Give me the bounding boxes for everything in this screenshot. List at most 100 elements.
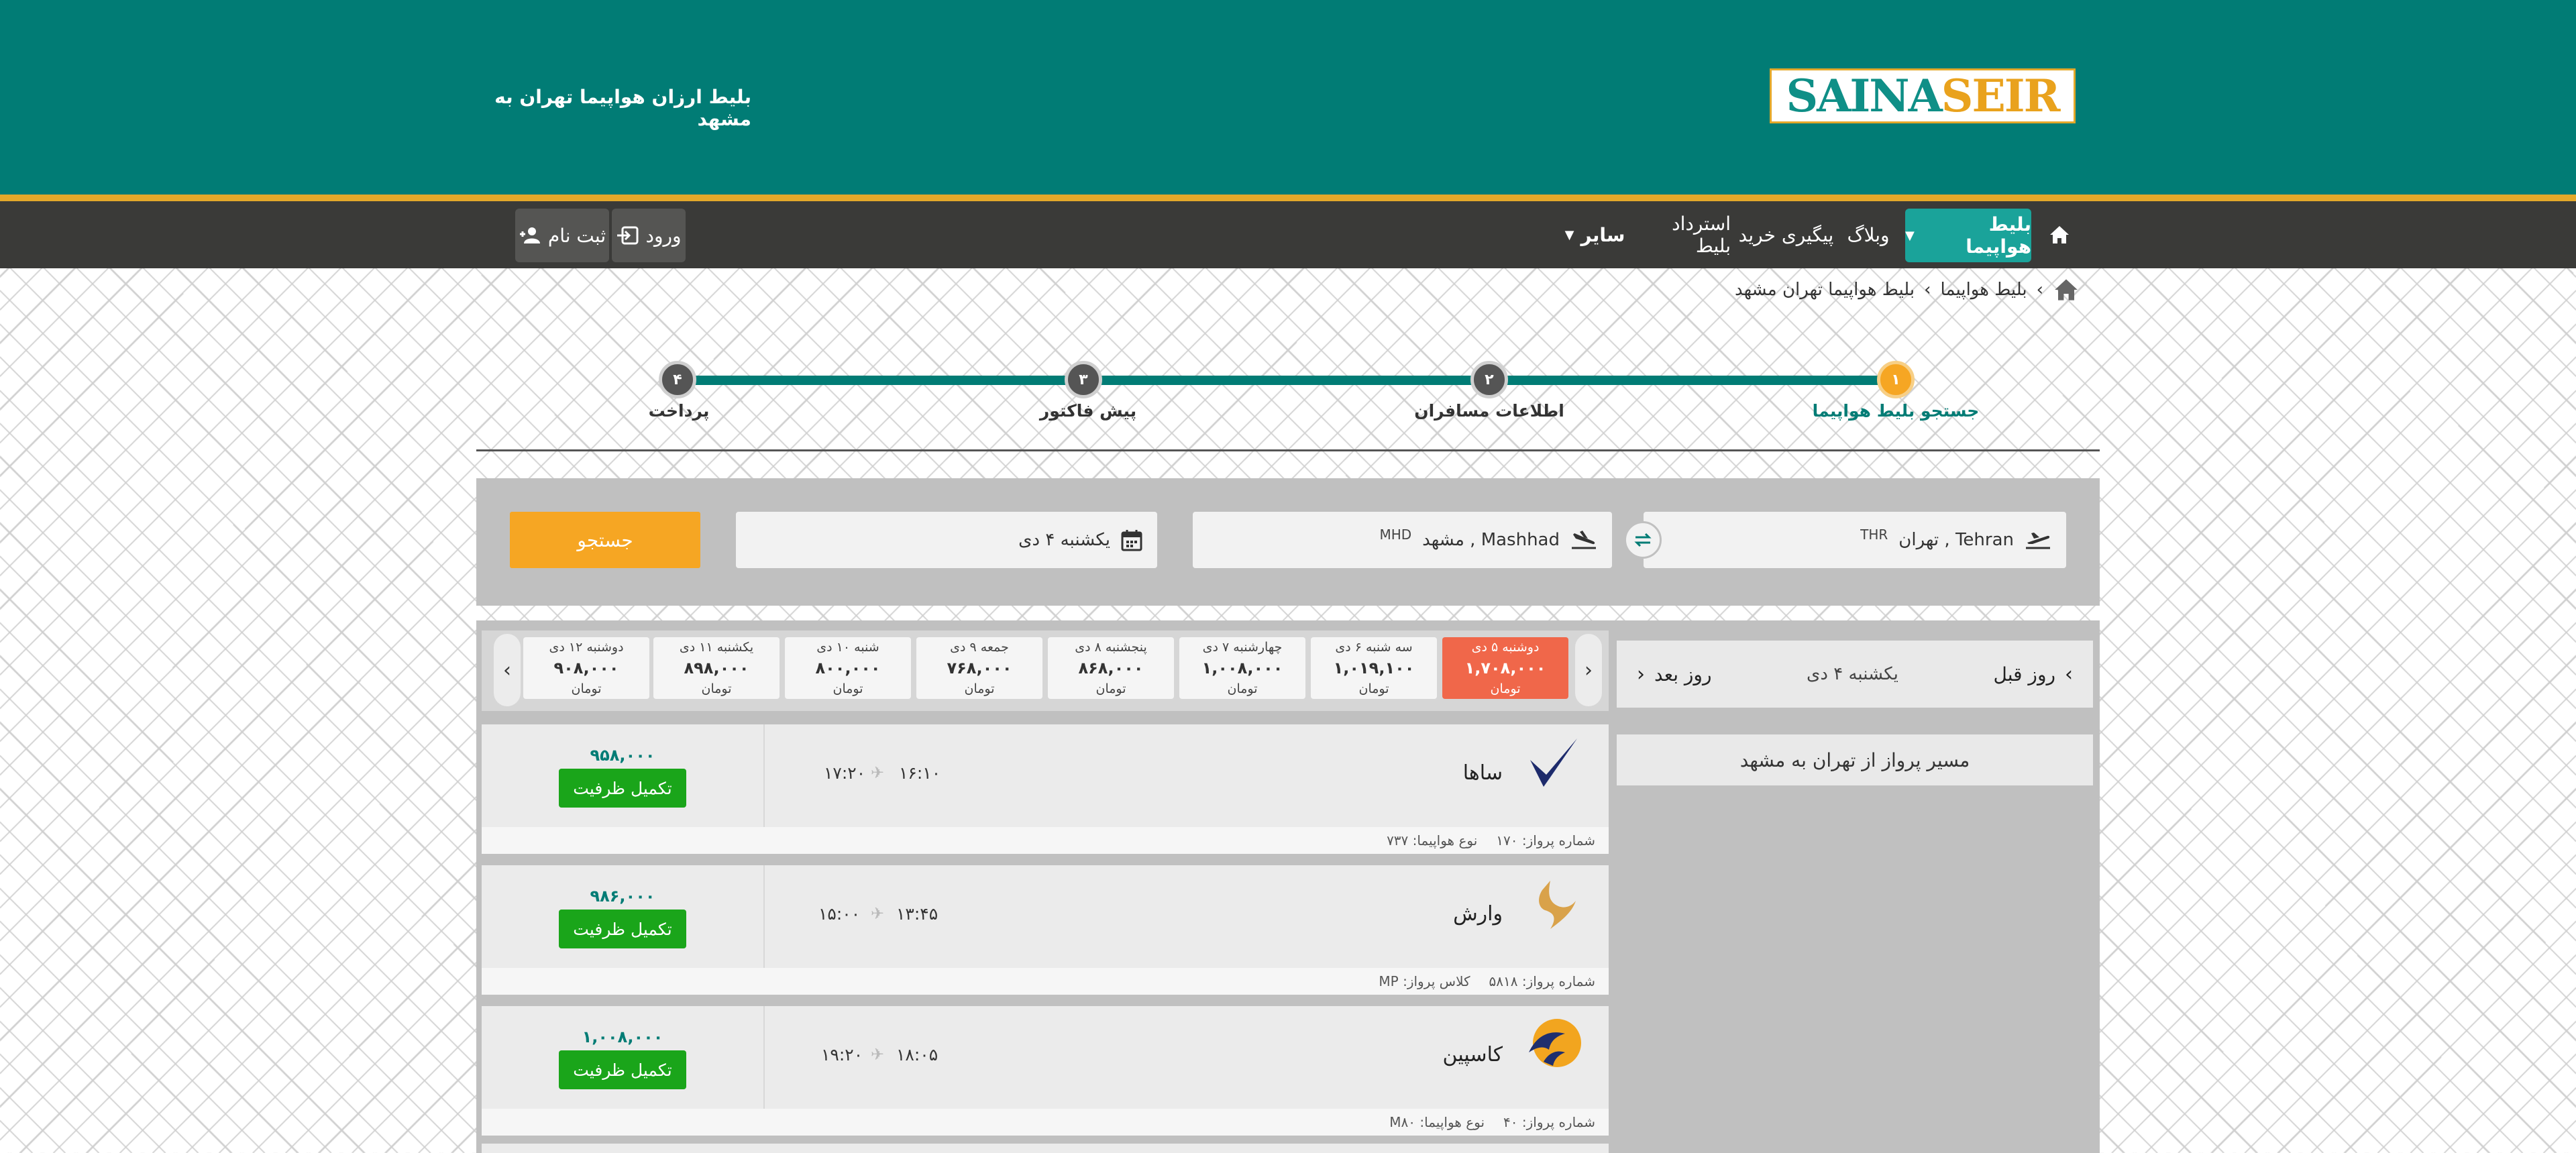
flight-footer: شماره پرواز: ۱۷۰ نوع هواپیما: ۷۳۷ [482,827,1609,854]
current-day: یکشنبه ۴ دی [1807,664,1898,684]
destination-field[interactable]: Mashhad , مشهد MHD [1193,512,1612,568]
header-stripe [0,195,2576,201]
saha-logo-icon [1521,731,1586,795]
plane-icon: ✈ [871,1045,885,1064]
flight-price: ۹۵۸,۰۰۰ [590,746,655,765]
date-strip [482,630,1609,711]
date-card-currency: تومان [701,681,732,696]
full-capacity-button[interactable]: تکمیل ظرفیت [559,910,686,948]
chevron-right-icon: › [1585,658,1593,682]
step-1-dot: ۱ [1877,361,1915,398]
step-4-dot: ۴ [659,361,696,398]
date-card-price: ۹۰۸,۰۰۰ [553,659,619,677]
plane-icon: ✈ [871,904,885,923]
chevron-left-icon: ‹ [1924,280,1931,300]
search-button[interactable]: جستجو [510,512,700,568]
caspian-logo-icon [1521,1013,1586,1077]
aircraft-type: نوع هواپیما: ۷۳۷ [1387,832,1478,848]
chevron-right-icon: › [2065,662,2073,686]
next-day-button[interactable]: روز بعد ‹ [1637,663,1711,686]
date-strip-prev[interactable]: ‹ [494,634,521,706]
login-label: ورود [645,224,682,247]
date-card-price: ۷۶۸,۰۰۰ [947,659,1012,677]
date-card[interactable]: یکشنبه ۱۱ دی ۸۹۸,۰۰۰ تومان [653,637,780,699]
swap-icon [1634,533,1652,547]
date-card[interactable]: دوشنبه ۱۲ دی ۹۰۸,۰۰۰ تومان [523,637,649,699]
landing-icon [1572,531,1596,549]
add-user-icon [519,227,540,243]
date-card-price: ۱,۰۱۹,۱۰۰ [1333,659,1415,677]
date-card[interactable]: جمعه ۹ دی ۷۶۸,۰۰۰ تومان [916,637,1042,699]
flight-card-divider [763,865,765,969]
prev-day-button[interactable]: › روز قبل [1993,663,2073,686]
destination-code: MHD [1379,527,1412,543]
breadcrumb-current: بلیط هواپیما تهران مشهد [1734,280,1915,300]
arrive-time: ۱۹:۲۰ [821,1045,863,1064]
date-field[interactable]: یکشنبه ۴ دی [736,512,1157,568]
page-title: بلیط ارزان هواپیما تهران به مشهد [494,86,751,130]
nav-flight-ticket[interactable]: بلیط هواپیما ▼ [1905,209,2031,262]
nav-refund[interactable]: استرداد بلیط [1633,201,1731,268]
date-card[interactable]: شنبه ۱۰ دی ۸۰۰,۰۰۰ تومان [785,637,911,699]
date-card-label: دوشنبه ۱۲ دی [549,640,624,655]
date-card-label: شنبه ۱۰ دی [816,640,879,655]
flight-price: ۹۸۶,۰۰۰ [590,887,655,905]
step-3-label: پیش فاکتور [1039,401,1137,421]
nav-other-label: سایر [1580,223,1625,246]
date-card-currency: تومان [571,681,602,696]
login-button[interactable]: ورود [612,209,686,262]
nav-flight-label: بلیط هواپیما [1966,213,2031,258]
date-card[interactable]: چهارشنبه ۷ دی ۱,۰۰۸,۰۰۰ تومان [1179,637,1305,699]
date-card[interactable]: دوشنبه ۵ دی ۱,۷۰۸,۰۰۰ تومان [1442,637,1568,699]
nav-blog[interactable]: وبلاگ [1841,201,1895,268]
date-strip-next[interactable]: › [1575,634,1602,706]
date-card-label: یکشنبه ۱۱ دی [679,640,754,655]
date-card[interactable]: سه شنبه ۶ دی ۱,۰۱۹,۱۰۰ تومان [1311,637,1437,699]
date-card-label: چهارشنبه ۷ دی [1202,640,1283,655]
date-card-currency: تومان [1095,681,1126,696]
airline-name: وارش [1453,902,1503,926]
date-card-price: ۸۰۰,۰۰۰ [815,659,881,677]
date-card-currency: تومان [1227,681,1258,696]
nav-other[interactable]: سایر ▼ [1563,201,1627,268]
full-capacity-button[interactable]: تکمیل ظرفیت [559,1050,686,1089]
flight-number: شماره پرواز: ۴۰ [1503,1114,1595,1130]
airline-name: ساها [1462,761,1503,785]
step-2-dot: ۲ [1470,361,1508,398]
nav-home[interactable] [2039,201,2080,268]
depart-time: ۱۸:۰۵ [896,1045,938,1064]
depart-time: ۱۶:۱۰ [899,763,941,783]
flight-price: ۱,۰۰۸,۰۰۰ [582,1028,663,1046]
flight-card-divider [763,724,765,828]
date-card-price: ۱,۰۰۸,۰۰۰ [1201,659,1283,677]
origin-field[interactable]: Tehran , تهران THR [1644,512,2066,568]
date-card-label: دوشنبه ۵ دی [1471,640,1540,655]
nav-track-purchase[interactable]: پیگیری خرید [1737,201,1835,268]
date-card[interactable]: پنجشنبه ۸ دی ۸۶۸,۰۰۰ تومان [1048,637,1174,699]
full-capacity-button[interactable]: تکمیل ظرفیت [559,769,686,808]
origin-code: THR [1860,527,1888,543]
date-card-price: ۸۹۸,۰۰۰ [684,659,749,677]
register-button[interactable]: ثبت نام [515,209,609,262]
swap-button[interactable] [1624,521,1662,559]
caret-down-icon: ▼ [1564,227,1574,242]
flight-card-divider [763,1006,765,1110]
plane-icon: ✈ [871,763,885,782]
date-card-label: سه شنبه ۶ دی [1335,640,1413,655]
stepper-track [678,376,1898,385]
day-navigator: › روز قبل یکشنبه ۴ دی روز بعد ‹ [1617,641,2093,708]
register-label: ثبت نام [547,224,606,247]
date-card-price: ۱,۷۰۸,۰۰۰ [1464,659,1546,677]
main-navbar [0,201,2576,268]
varesh-logo-icon [1521,872,1586,936]
top-header [0,0,2576,195]
chevron-left-icon: ‹ [503,658,511,682]
arrive-time: ۱۵:۰۰ [818,904,861,924]
site-logo[interactable]: SAINA SEIR [1770,68,2076,123]
logo-text-right: SEIR [1941,70,2061,122]
home-icon[interactable] [2053,278,2080,302]
takeoff-icon [2026,533,2050,549]
calendar-icon [1121,530,1142,551]
breadcrumb-flight[interactable]: بلیط هواپیما [1941,280,2027,300]
depart-time: ۱۳:۴۵ [896,904,938,924]
